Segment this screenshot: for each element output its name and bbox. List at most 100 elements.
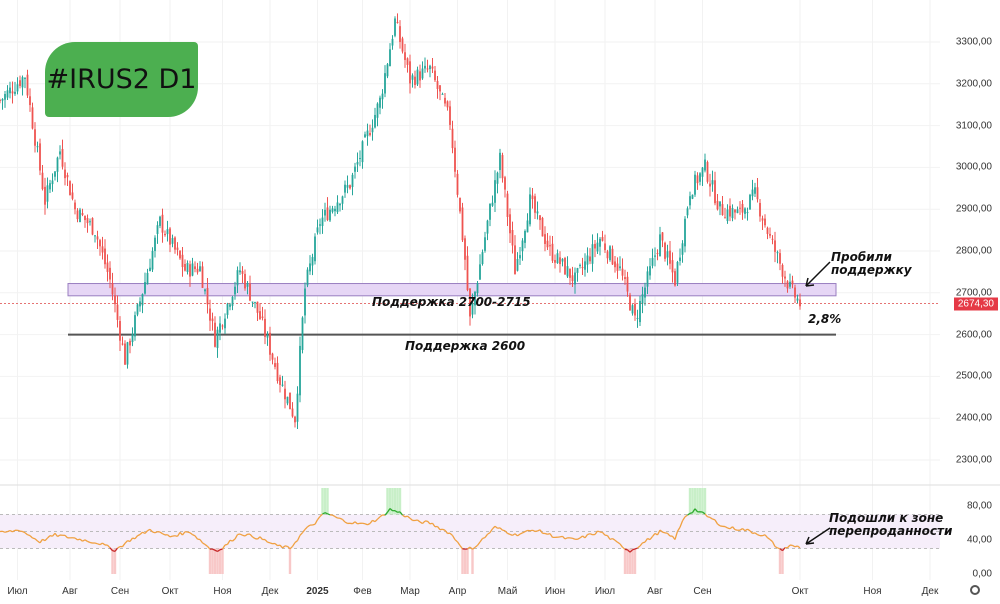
- candle: [361, 141, 364, 163]
- candle: [624, 277, 626, 280]
- candle: [571, 275, 574, 282]
- candle: [69, 181, 71, 196]
- candle: [181, 254, 184, 268]
- candle: [444, 97, 446, 104]
- rsi-line-segment: [662, 531, 666, 534]
- rsi-line-segment: [267, 541, 271, 544]
- candle: [246, 283, 249, 287]
- candle: [274, 363, 276, 367]
- candle: [721, 204, 724, 216]
- candle: [684, 218, 686, 247]
- candle: [216, 329, 219, 348]
- candle: [416, 69, 419, 85]
- x-axis-tick: Окт: [791, 586, 809, 597]
- candle: [464, 238, 466, 260]
- candle: [536, 211, 539, 214]
- candle: [186, 262, 189, 272]
- candle: [89, 221, 91, 223]
- candle: [141, 294, 144, 306]
- rsi-overbought-stripe: [703, 488, 707, 515]
- candle: [791, 280, 794, 285]
- candle: [399, 26, 401, 42]
- rsi-overbought-stripe: [326, 488, 329, 515]
- rsi-line-segment: [777, 547, 781, 550]
- x-axis-tick: Сен: [110, 586, 130, 597]
- rsi-line-segment: [404, 515, 408, 518]
- rsi-line-segment: [752, 532, 756, 535]
- rsi-oversold-stripe: [213, 548, 217, 574]
- settings-gear-icon[interactable]: [970, 585, 980, 595]
- candle: [734, 209, 736, 213]
- candle: [86, 218, 89, 224]
- candle: [516, 258, 519, 271]
- candle: [526, 220, 529, 233]
- candle: [586, 255, 589, 265]
- candle: [699, 173, 701, 182]
- candle: [14, 91, 16, 94]
- candle: [299, 345, 301, 396]
- rsi-oversold-stripe: [628, 548, 632, 574]
- candle: [24, 77, 26, 79]
- candle: [84, 215, 86, 221]
- candle: [49, 183, 51, 190]
- candle: [341, 196, 344, 204]
- candle: [394, 18, 396, 36]
- candle: [581, 267, 584, 269]
- candle: [506, 193, 509, 217]
- candle: [271, 353, 274, 360]
- y-axis-tick: 2800,00: [955, 245, 992, 257]
- rsi-line-segment: [414, 519, 418, 522]
- x-axis-tick: Ноя: [863, 586, 882, 597]
- y-axis-tick: 2400,00: [955, 412, 992, 424]
- candle: [329, 209, 331, 221]
- rsi-oversold-stripe: [288, 548, 292, 574]
- candle: [539, 215, 541, 221]
- candle: [789, 281, 791, 287]
- candle: [79, 209, 81, 223]
- candle: [566, 266, 569, 277]
- candle: [229, 304, 231, 307]
- candle: [179, 250, 181, 259]
- support-zone-label: Поддержка 2700-2715: [372, 295, 531, 309]
- candle: [154, 237, 156, 251]
- candle: [761, 218, 764, 221]
- candle: [679, 257, 681, 262]
- candle: [139, 301, 141, 307]
- candle: [606, 251, 609, 259]
- x-axis-tick: Дек: [261, 586, 279, 597]
- candle: [651, 257, 654, 266]
- candle: [594, 243, 596, 249]
- candle: [689, 196, 691, 206]
- candle: [451, 128, 454, 149]
- candle: [441, 93, 444, 95]
- rsi-line-segment: [502, 529, 506, 532]
- candle: [696, 175, 699, 184]
- rsi-line-segment: [152, 531, 156, 534]
- candle: [564, 258, 566, 275]
- candle: [554, 260, 556, 263]
- x-axis-tick: Июл: [594, 586, 616, 597]
- candle: [389, 49, 391, 67]
- candle: [159, 216, 161, 226]
- candle: [591, 244, 594, 264]
- candle: [504, 177, 506, 190]
- candle: [414, 76, 416, 85]
- candle: [41, 172, 44, 190]
- candle: [191, 263, 194, 276]
- candle: [439, 85, 441, 92]
- candle: [96, 236, 99, 240]
- rsi-line-segment: [482, 536, 486, 540]
- rsi-oversold-stripe: [471, 548, 474, 574]
- candle: [499, 152, 501, 171]
- rsi-line-segment: [357, 522, 361, 525]
- candle: [491, 202, 494, 206]
- candle: [411, 75, 414, 80]
- candle: [306, 269, 309, 286]
- candle: [226, 303, 229, 315]
- candle: [26, 74, 29, 96]
- rsi-line-segment: [587, 533, 591, 536]
- candle: [219, 323, 221, 333]
- candle: [266, 335, 269, 338]
- candle: [431, 66, 434, 69]
- candle: [129, 340, 131, 346]
